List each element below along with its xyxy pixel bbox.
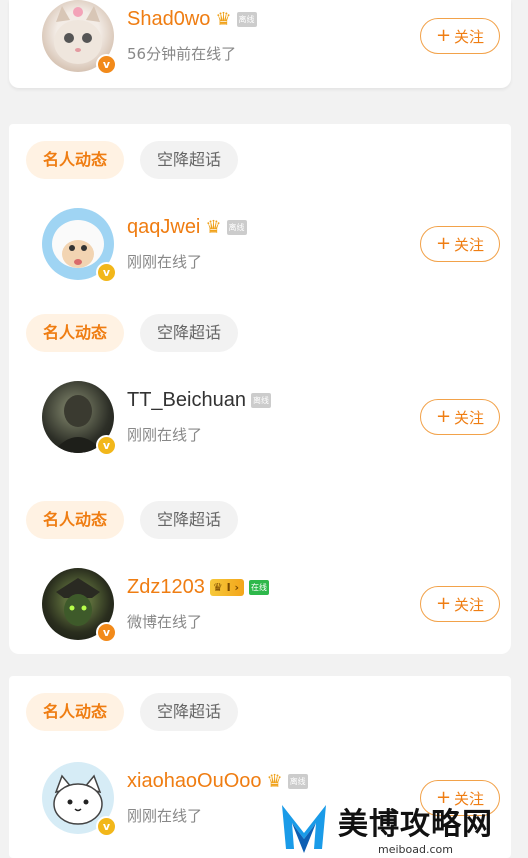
status-text: 微博在线了	[127, 613, 203, 631]
verified-badge: v	[96, 54, 117, 75]
follow-button[interactable]: + 关注	[420, 18, 500, 54]
crown-icon: ♛	[205, 217, 222, 238]
follow-label: 关注	[454, 408, 485, 427]
celebrity-news-chip[interactable]: 名人动态	[26, 501, 125, 539]
status-text: 刚刚在线了	[127, 807, 203, 825]
user-row[interactable]: v TT_Beichuan 离线 刚刚在线了 + 关注	[42, 381, 500, 457]
celebrity-news-chip[interactable]: 名人动态	[26, 693, 125, 731]
username[interactable]: Zdz1203	[127, 576, 205, 599]
status-text: 刚刚在线了	[127, 253, 203, 271]
celebrity-news-chip[interactable]: 名人动态	[26, 314, 125, 352]
status-text: 刚刚在线了	[127, 426, 203, 444]
feed-card: 名人动态 空降超话 v qaqJwei ♛ 离线 刚刚在线了 + 关注 名人动态…	[9, 124, 511, 654]
plus-icon: +	[435, 406, 452, 427]
verified-badge: v	[96, 262, 117, 283]
status-text: 56分钟前在线了	[127, 45, 237, 63]
plus-icon: +	[435, 593, 452, 614]
watermark-text: 美博攻略网	[338, 806, 493, 842]
username[interactable]: qaqJwei	[127, 216, 200, 239]
follow-label: 关注	[454, 595, 485, 614]
watermark-url: meiboad.com	[378, 842, 453, 856]
username[interactable]: Shad0wo	[127, 8, 210, 31]
plus-icon: +	[435, 25, 452, 46]
follow-label: 关注	[454, 235, 485, 254]
verified-badge: v	[96, 435, 117, 456]
verified-badge: v	[96, 816, 117, 837]
supertopic-chip[interactable]: 空降超话	[140, 693, 239, 731]
follow-label: 关注	[454, 27, 485, 46]
user-row[interactable]: v Shad0wo ♛ 离线 56分钟前在线了 + 关注	[42, 0, 500, 76]
supertopic-chip[interactable]: 空降超话	[140, 141, 239, 179]
username[interactable]: TT_Beichuan	[127, 389, 246, 412]
chip-row: 名人动态 空降超话	[26, 501, 239, 539]
online-tag: 离线	[236, 12, 257, 27]
user-card-1: v Shad0wo ♛ 离线 56分钟前在线了 + 关注	[9, 0, 511, 88]
chip-row: 名人动态 空降超话	[26, 141, 239, 179]
supertopic-chip[interactable]: 空降超话	[140, 314, 239, 352]
site-watermark: 美博攻略网 meiboad.com	[278, 796, 528, 858]
user-row[interactable]: v Zdz1203 ♛ I › 在线 微博在线了 + 关注	[42, 568, 500, 644]
follow-button[interactable]: + 关注	[420, 399, 500, 435]
crown-icon: ♛	[212, 581, 223, 594]
online-tag: 离线	[226, 220, 247, 235]
online-tag: 离线	[287, 774, 308, 789]
user-row[interactable]: v qaqJwei ♛ 离线 刚刚在线了 + 关注	[42, 208, 500, 284]
level-badge: ♛ I ›	[209, 579, 245, 596]
username[interactable]: xiaohaoOuOoo	[127, 770, 262, 793]
crown-icon: ♛	[215, 9, 232, 30]
chip-row: 名人动态 空降超话	[26, 693, 239, 731]
celebrity-news-chip[interactable]: 名人动态	[26, 141, 125, 179]
follow-button[interactable]: + 关注	[420, 586, 500, 622]
online-tag: 在线	[249, 580, 270, 595]
level-value: I	[226, 581, 231, 594]
verified-badge: v	[96, 622, 117, 643]
plus-icon: +	[435, 233, 452, 254]
supertopic-chip[interactable]: 空降超话	[140, 501, 239, 539]
follow-button[interactable]: + 关注	[420, 226, 500, 262]
online-tag: 离线	[250, 393, 271, 408]
site-logo-icon	[282, 805, 326, 853]
chip-row: 名人动态 空降超话	[26, 314, 239, 352]
crown-icon: ♛	[266, 771, 283, 792]
